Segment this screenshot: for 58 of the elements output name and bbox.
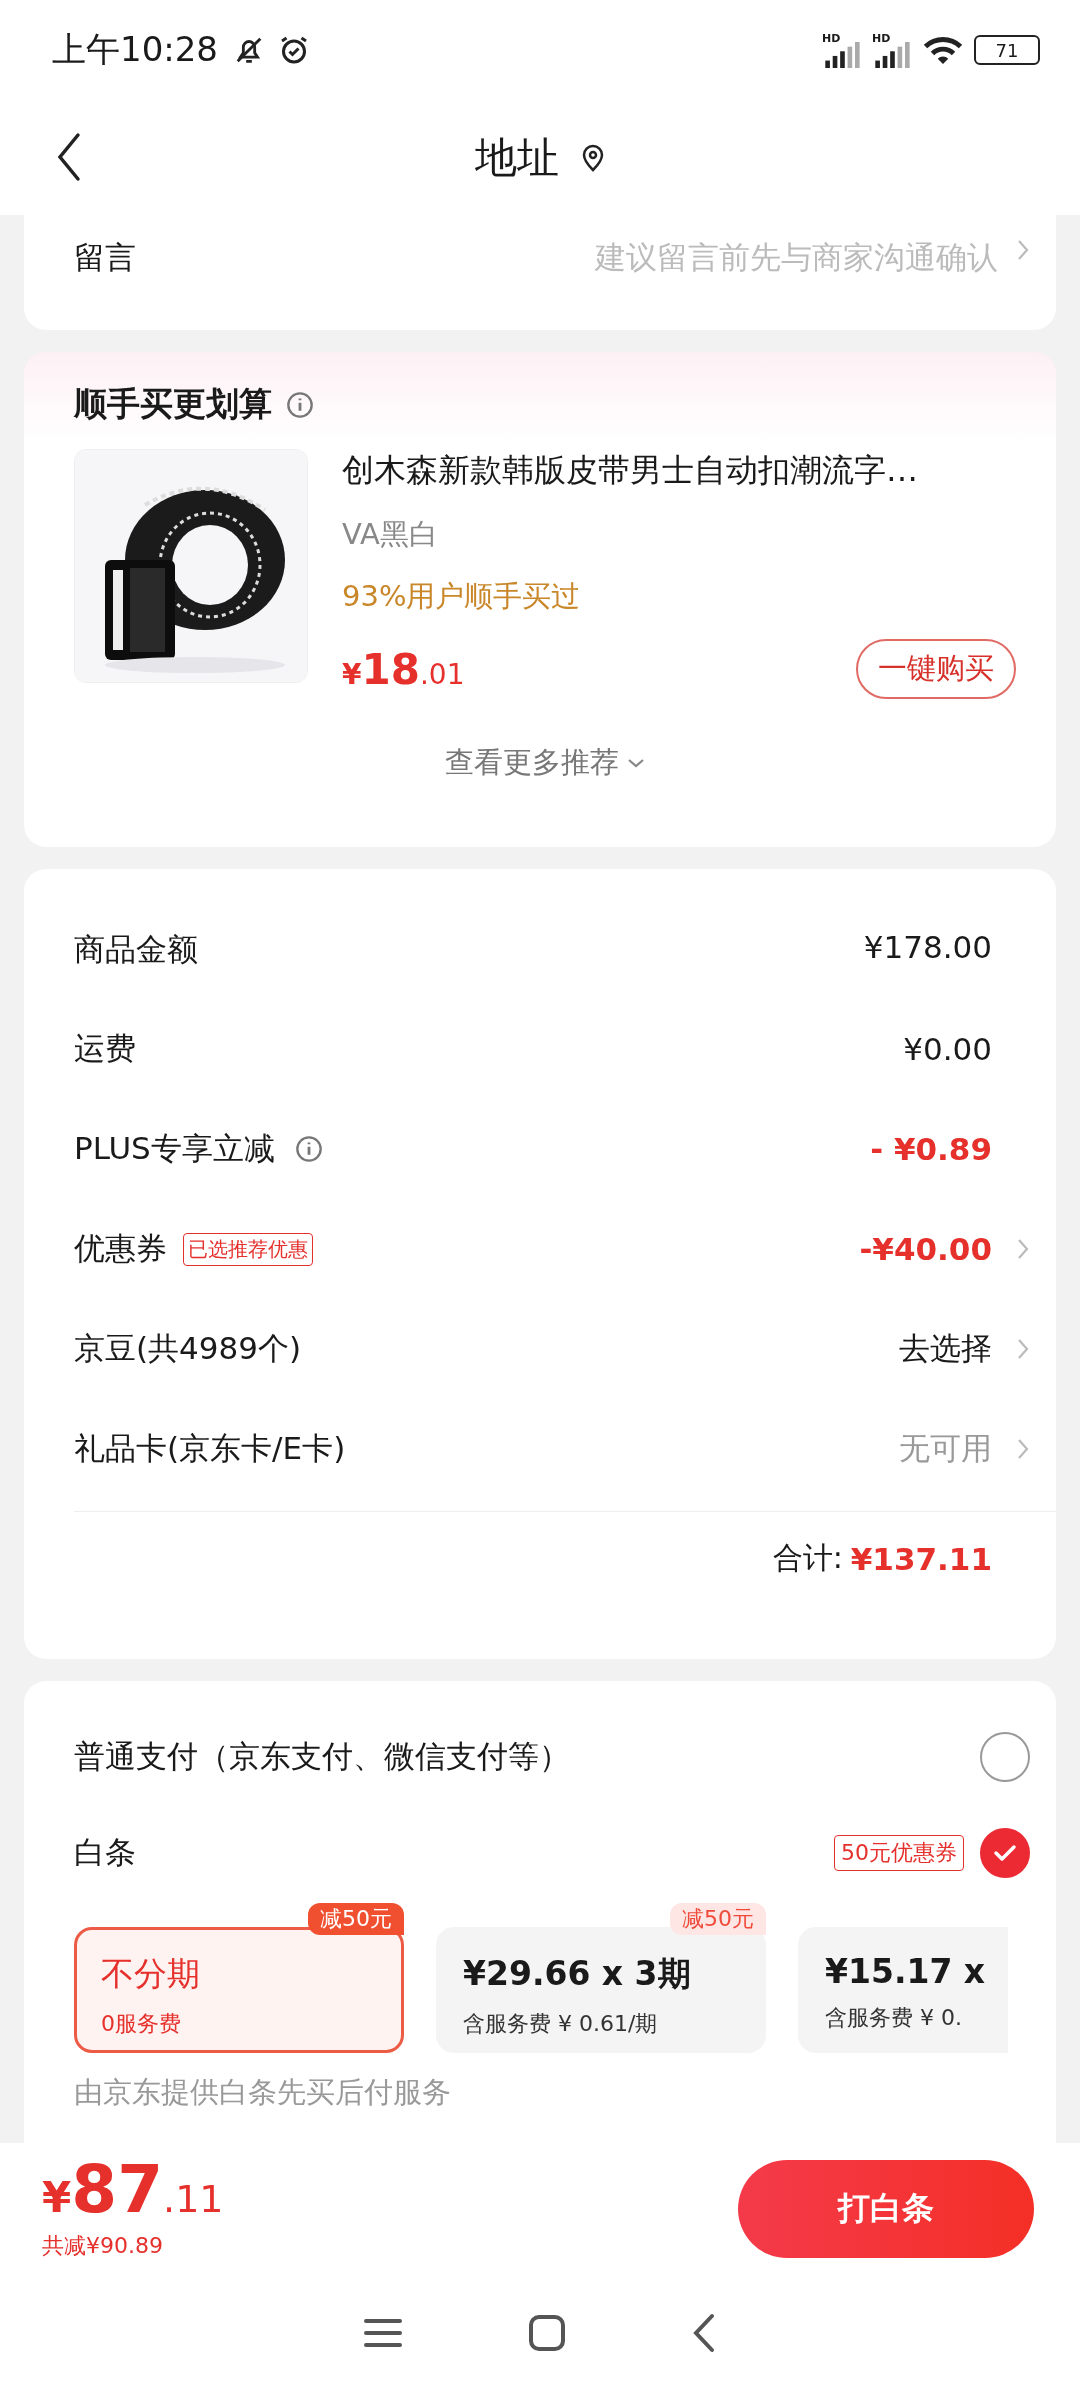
more-link[interactable]: 查看更多推荐 [445, 743, 619, 783]
location-pin-icon[interactable] [581, 143, 605, 172]
plan-title: 不分期 [101, 1953, 201, 1995]
plan-title: ¥29.66 x 3期 [463, 1953, 692, 1995]
cost-label: 运费 [74, 1029, 136, 1068]
signal-icon [872, 41, 912, 68]
check-icon [993, 1843, 1017, 1863]
installment-option[interactable]: ¥15.17 x 含服务费 ¥ 0. [798, 1927, 1008, 2053]
buy-now-button[interactable]: 一键购买 [856, 639, 1016, 699]
purchase-stat: 93%用户顺手买过 [342, 578, 582, 615]
cost-value[interactable]: -¥40.00 [859, 1231, 992, 1267]
radio-button[interactable] [980, 1828, 1030, 1878]
battery-icon: 71 [974, 35, 1040, 65]
back-icon[interactable] [692, 2312, 716, 2353]
payment-method[interactable]: 普通支付（京东支付、微信支付等） [74, 1736, 570, 1778]
product-price: ¥18.01 [342, 644, 465, 694]
cost-label: PLUS专享立减 [74, 1129, 275, 1168]
product-name[interactable]: 创木森新款韩版皮带男士自动扣潮流字… [342, 449, 1016, 493]
plan-fee: 含服务费 ¥ 0.61/期 [463, 2010, 659, 2038]
cost-label: 商品金额 [74, 930, 198, 969]
cost-value[interactable]: 无可用 [899, 1428, 992, 1470]
cost-label: 优惠券 [74, 1229, 167, 1268]
payment-method[interactable]: 白条 [74, 1832, 136, 1874]
product-variant: VA黑白 [342, 516, 439, 553]
plan-title: ¥15.17 x [825, 1952, 987, 1991]
network-type-label: HD [822, 32, 841, 44]
coupon-tag: 已选推荐优惠 [183, 1232, 313, 1266]
home-icon[interactable] [528, 2313, 566, 2352]
section-title: 顺手买更划算 [74, 383, 272, 425]
coupon-tag: 50元优惠券 [834, 1835, 964, 1871]
discount-badge: 减50元 [308, 1903, 404, 1936]
cost-value: ¥178.00 [863, 929, 992, 965]
back-icon[interactable] [56, 132, 82, 182]
cost-value: ¥0.00 [903, 1031, 992, 1067]
message-label: 留言 [74, 238, 136, 277]
info-icon[interactable] [286, 390, 314, 419]
cost-value: - ¥0.89 [870, 1131, 992, 1167]
signal-icon [822, 41, 862, 68]
chevron-down-icon[interactable] [627, 757, 645, 769]
saved-amount: 共减¥90.89 [42, 2232, 164, 2260]
service-note: 由京东提供白条先买后付服务 [74, 2074, 452, 2111]
pay-amount: ¥87.11 [42, 2157, 224, 2223]
wifi-icon [922, 34, 964, 66]
menu-icon[interactable] [364, 2316, 402, 2349]
network-type-label: HD [872, 32, 891, 44]
total-label: 合计: [772, 1539, 843, 1577]
cost-value[interactable]: 去选择 [899, 1328, 992, 1370]
cost-label: 礼品卡(京东卡/E卡) [74, 1429, 346, 1468]
status-time: 上午10:28 [52, 28, 218, 71]
info-icon[interactable] [294, 1135, 323, 1163]
page-title: 地址 [475, 131, 559, 184]
pay-button[interactable]: 打白条 [738, 2160, 1034, 2258]
plan-fee: 0服务费 [101, 2010, 182, 2038]
radio-button[interactable] [980, 1732, 1030, 1782]
plan-fee: 含服务费 ¥ 0. [825, 2004, 963, 2032]
cost-label: 京豆(共4989个) [74, 1329, 302, 1368]
total-value: ¥137.11 [850, 1540, 992, 1577]
discount-badge: 减50元 [670, 1903, 766, 1936]
